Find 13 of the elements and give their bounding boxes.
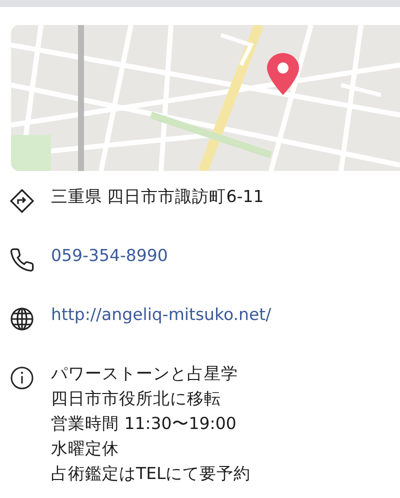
info-line: 四日市市役所北に移転 (51, 388, 222, 410)
phone-link[interactable]: 059-354-8990 (51, 245, 168, 267)
info-icon (9, 365, 35, 391)
info-line: 水曜定休 (51, 438, 120, 460)
address-text: 三重県 四日市市諏訪町6-11 (51, 186, 264, 208)
directions-icon (9, 188, 35, 214)
info-line: 占術鑑定はTELにて要予約 (51, 463, 251, 485)
phone-icon (9, 247, 35, 273)
website-link[interactable]: http://angeliq-mitsuko.net/ (51, 304, 272, 326)
info-line: 営業時間 11:30〜19:00 (51, 413, 238, 435)
info-line: パワーストーンと占星学 (51, 363, 239, 385)
map-pin-icon (266, 52, 300, 96)
globe-icon (9, 306, 35, 332)
